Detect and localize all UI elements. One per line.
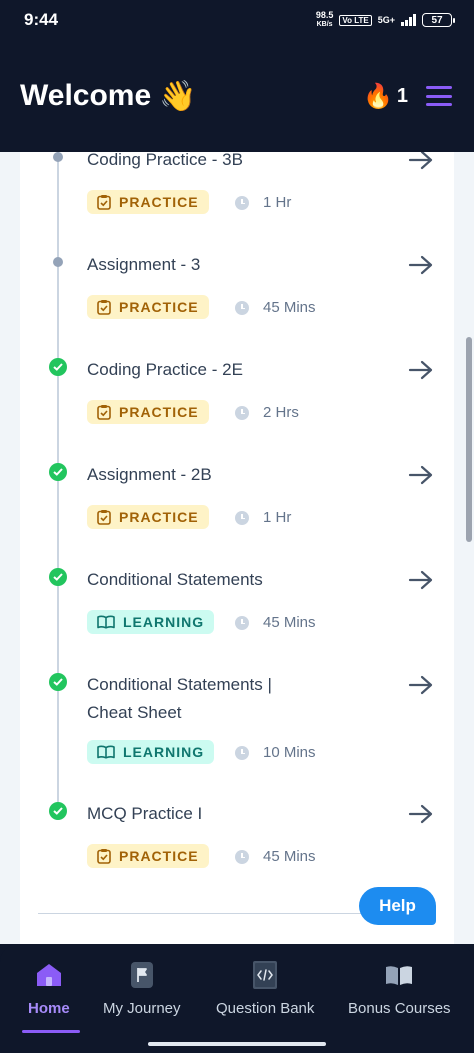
check-circle-icon	[49, 568, 67, 586]
clock-icon	[235, 405, 249, 420]
practice-badge: PRACTICE	[87, 295, 209, 319]
practice-badge: PRACTICE	[87, 400, 209, 424]
clipboard-check-icon	[97, 510, 111, 525]
duration: 1 Hr	[235, 194, 291, 211]
arrow-right-icon[interactable]	[408, 255, 434, 275]
hamburger-menu-icon[interactable]	[426, 86, 452, 106]
arrow-right-icon[interactable]	[408, 465, 434, 485]
streak-counter[interactable]: 🔥 1	[363, 82, 408, 111]
network-speed: 98.5 KB/s	[315, 10, 334, 29]
open-book-icon	[97, 745, 115, 759]
check-circle-icon	[49, 463, 67, 481]
practice-badge: PRACTICE	[87, 505, 209, 529]
item-title: Coding Practice - 2E	[87, 360, 243, 379]
check-circle-icon	[49, 802, 67, 820]
volte-icon: Vo LTE	[339, 14, 372, 26]
arrow-right-icon[interactable]	[408, 804, 434, 824]
arrow-right-icon[interactable]	[408, 360, 434, 380]
clipboard-check-icon	[97, 300, 111, 315]
clock-icon	[235, 849, 249, 864]
status-bar: 9:44 98.5 KB/s Vo LTE 5G+ 57	[0, 0, 474, 40]
signal-icon	[401, 14, 416, 26]
page-title: Welcome 👋	[20, 79, 197, 113]
nav-my-journey[interactable]: My Journey	[103, 960, 181, 1017]
clock-icon	[235, 510, 249, 525]
nav-home[interactable]: Home	[28, 960, 70, 1017]
battery-icon: 57	[422, 13, 455, 27]
timeline-line	[57, 152, 59, 817]
clipboard-check-icon	[97, 849, 111, 864]
duration: 45 Mins	[235, 299, 316, 316]
streak-count: 1	[396, 84, 408, 107]
duration: 10 Mins	[235, 744, 316, 761]
wave-icon: 👋	[159, 79, 197, 113]
learning-badge: LEARNING	[87, 740, 215, 764]
nav-question-bank[interactable]: Question Bank	[216, 960, 314, 1017]
help-button[interactable]: Help	[359, 887, 436, 925]
active-tab-indicator	[22, 1030, 80, 1033]
gesture-bar	[148, 1042, 326, 1046]
item-title: Coding Practice - 3B	[87, 152, 243, 169]
clock-icon	[235, 300, 249, 315]
duration: 1 Hr	[235, 509, 291, 526]
flame-icon: 🔥	[362, 82, 393, 110]
clipboard-check-icon	[97, 405, 111, 420]
home-icon	[34, 960, 64, 990]
check-circle-icon	[49, 673, 67, 691]
nav-bonus-courses[interactable]: Bonus Courses	[348, 960, 451, 1017]
arrow-right-icon[interactable]	[408, 152, 434, 170]
item-title: Assignment - 2B	[87, 465, 212, 484]
clipboard-check-icon	[97, 195, 111, 210]
app-header: Welcome 👋 🔥 1	[0, 40, 474, 152]
practice-badge: PRACTICE	[87, 844, 209, 868]
practice-badge: PRACTICE	[87, 190, 209, 214]
status-time: 9:44	[24, 10, 59, 29]
code-book-icon	[250, 960, 280, 990]
pending-dot-icon	[53, 257, 63, 267]
open-book-icon	[97, 615, 115, 629]
content-area[interactable]: Coding Practice - 3B PRACTICE 1 Hr Assig…	[0, 152, 474, 944]
bottom-navigation: Home My Journey Question Bank Bonus Cour…	[0, 944, 474, 1053]
item-title: MCQ Practice I	[87, 804, 203, 823]
clock-icon	[235, 195, 249, 210]
duration: 45 Mins	[235, 614, 316, 631]
duration: 45 Mins	[235, 848, 316, 865]
item-title: Conditional Statements	[87, 570, 263, 589]
duration: 2 Hrs	[235, 404, 299, 421]
item-title: Assignment - 3	[87, 255, 201, 274]
flag-icon	[127, 960, 157, 990]
open-book-icon	[384, 960, 414, 990]
network-type: 5G+	[377, 15, 395, 25]
course-timeline-card: Coding Practice - 3B PRACTICE 1 Hr Assig…	[20, 152, 454, 944]
item-title: Conditional Statements | Cheat Sheet	[87, 675, 272, 722]
arrow-right-icon[interactable]	[408, 675, 434, 695]
pending-dot-icon	[53, 152, 63, 162]
scrollbar[interactable]	[466, 337, 472, 542]
check-circle-icon	[49, 358, 67, 376]
status-indicators: 98.5 KB/s Vo LTE 5G+ 57	[315, 10, 455, 29]
arrow-right-icon[interactable]	[408, 570, 434, 590]
clock-icon	[235, 745, 249, 760]
clock-icon	[235, 615, 249, 630]
learning-badge: LEARNING	[87, 610, 215, 634]
